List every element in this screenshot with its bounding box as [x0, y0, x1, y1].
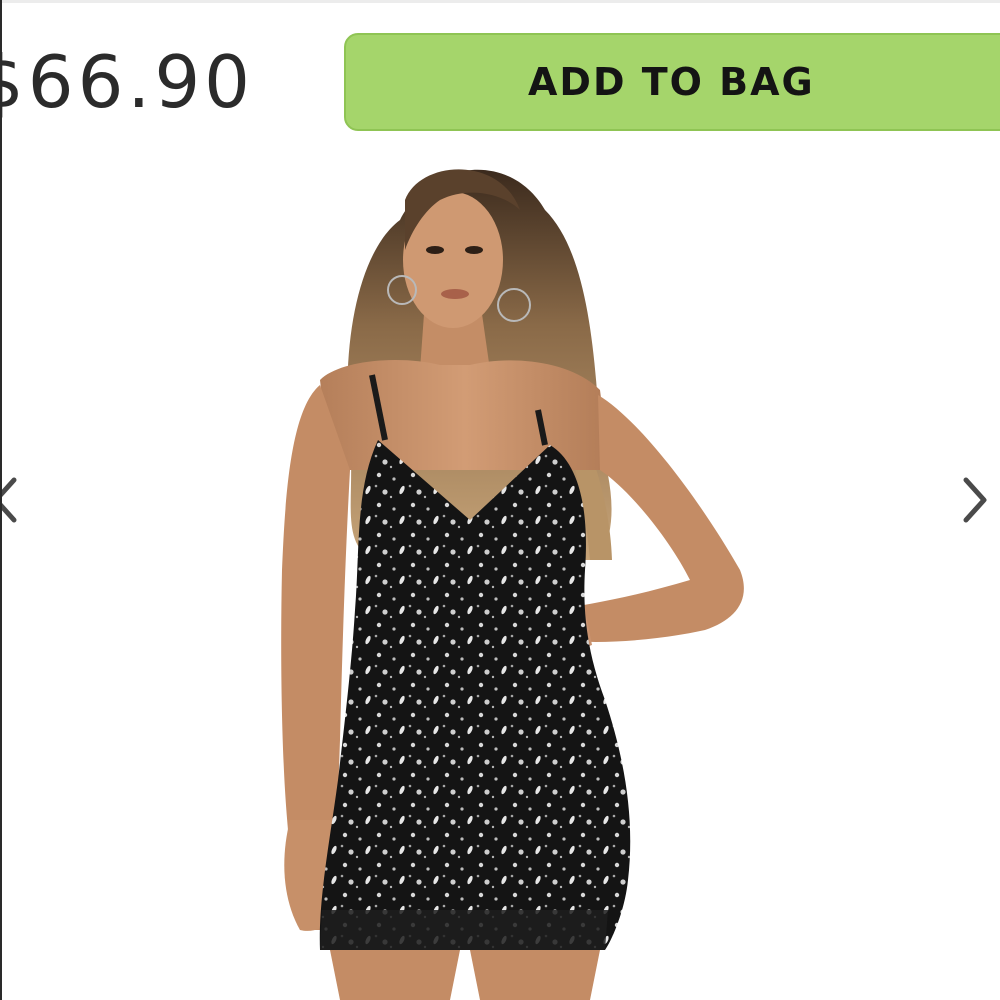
add-to-bag-button[interactable]: ADD TO BAG: [344, 33, 1000, 131]
product-image: [281, 169, 744, 1000]
product-price: $66.90: [0, 40, 254, 124]
chevron-right-icon[interactable]: [956, 470, 996, 530]
product-page: $66.90 ADD TO BAG: [0, 0, 1000, 1000]
chevron-left-icon[interactable]: [0, 470, 26, 530]
left-edge-border: [0, 0, 2, 1000]
top-divider: [0, 0, 1000, 3]
